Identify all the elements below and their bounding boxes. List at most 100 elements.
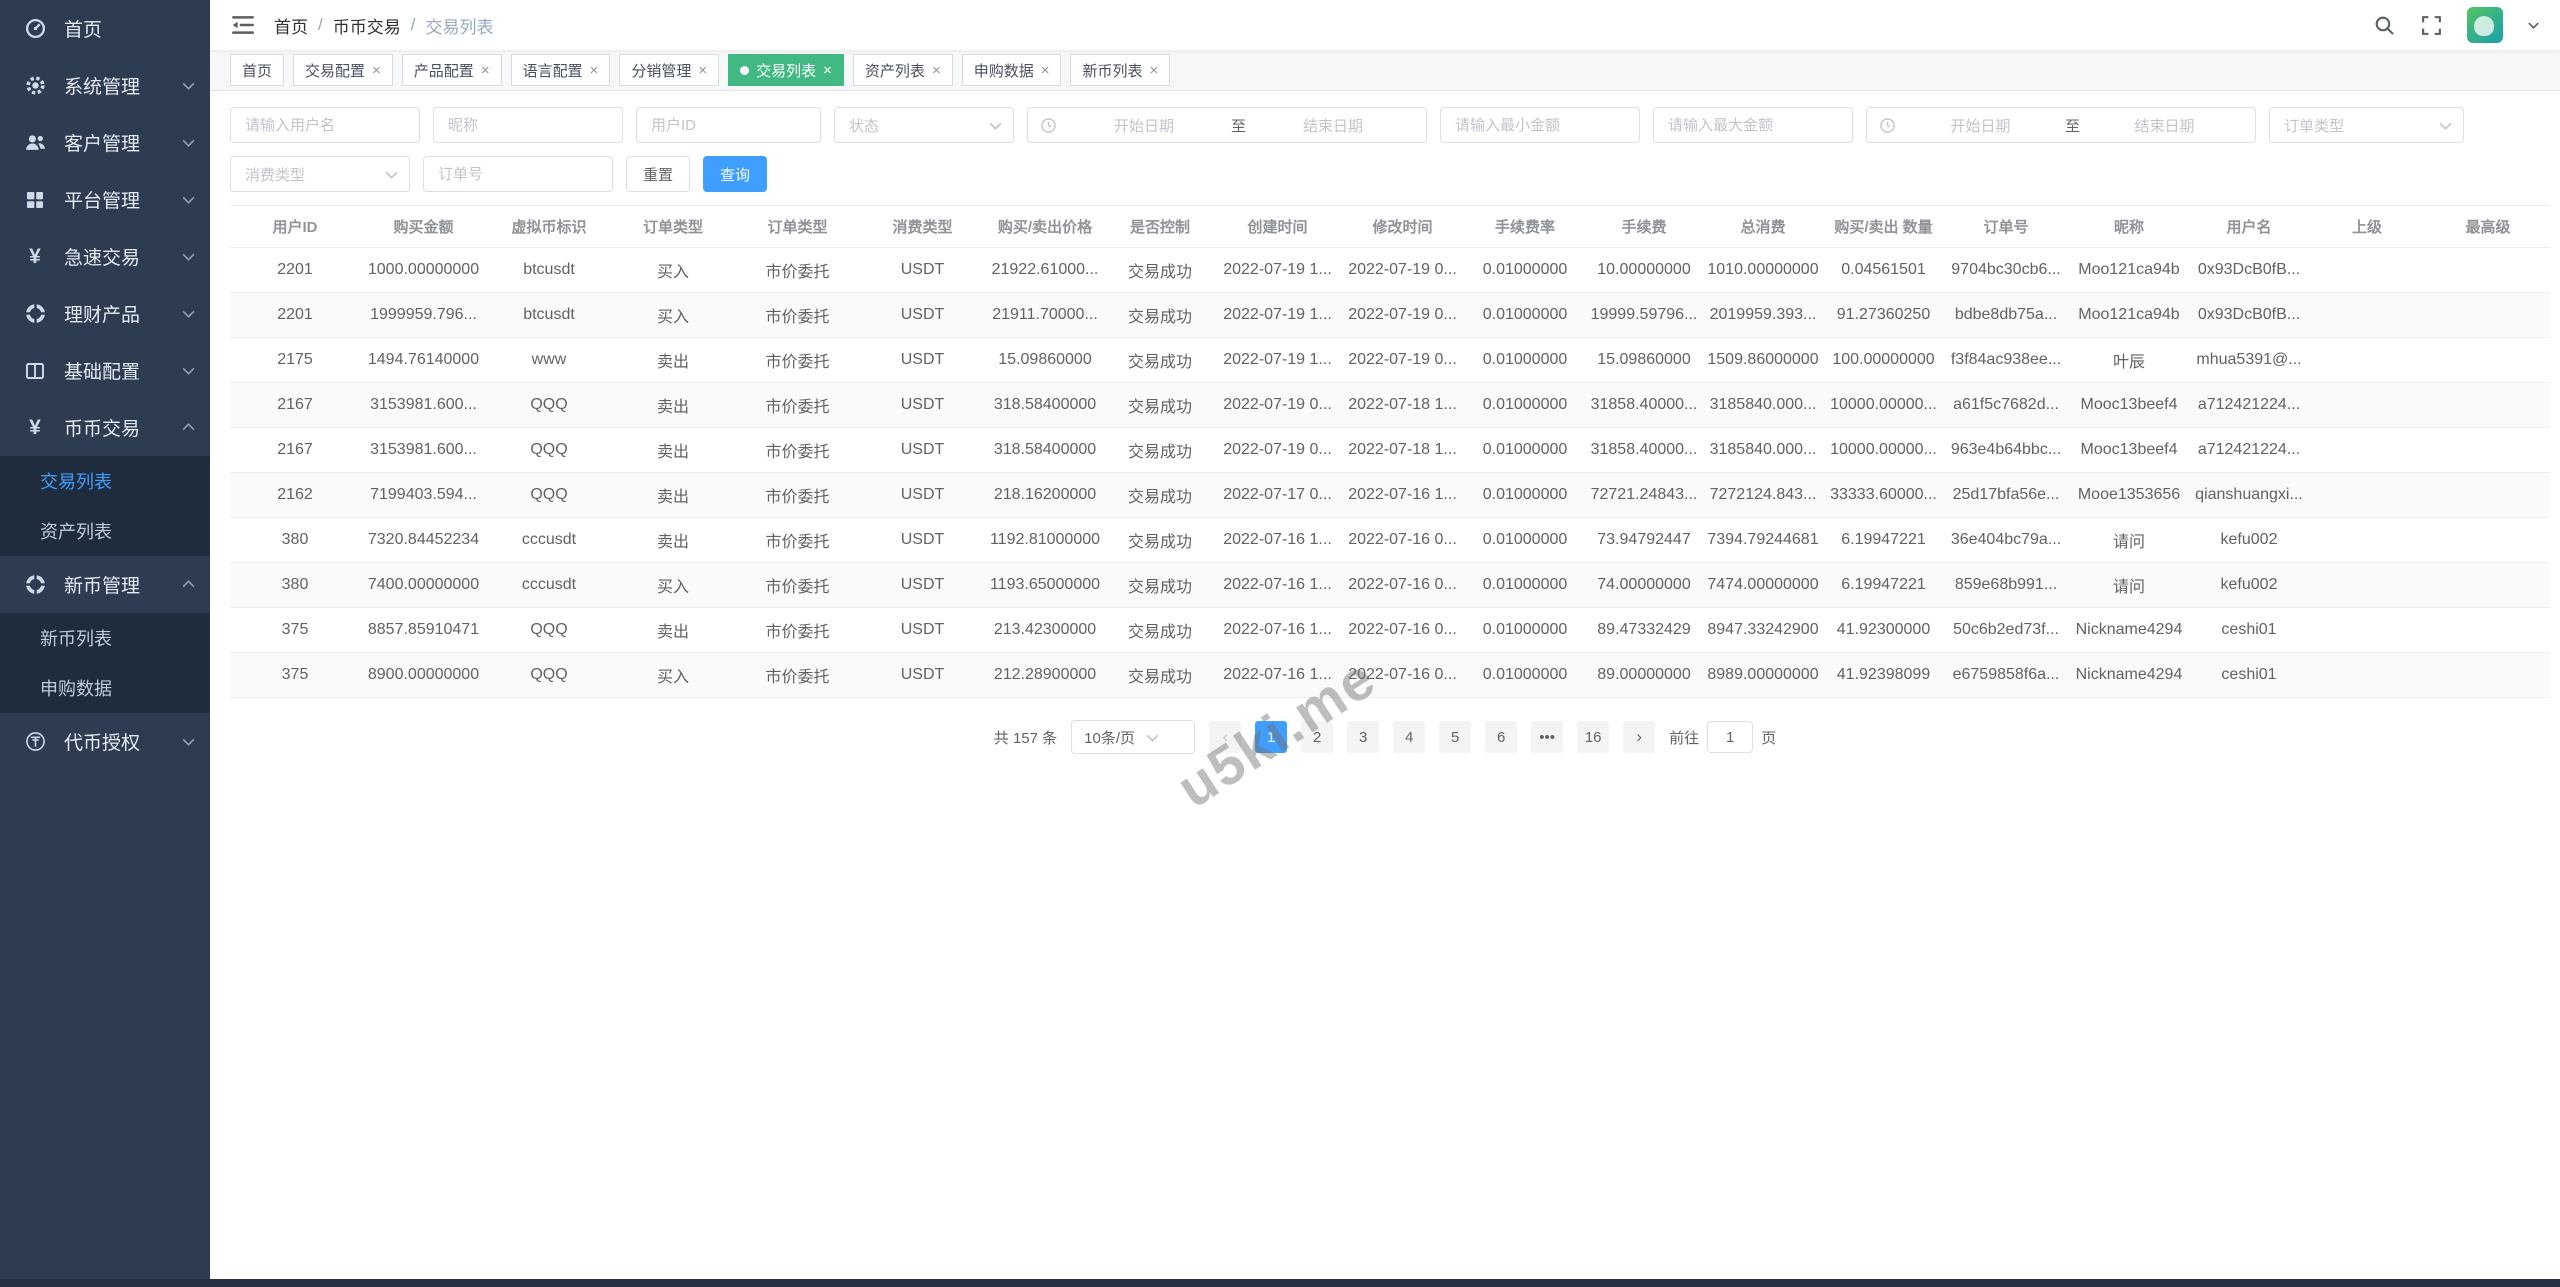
avatar[interactable] <box>2467 7 2503 43</box>
user-id-input[interactable] <box>636 107 821 143</box>
goto-page-input[interactable] <box>1707 721 1754 753</box>
close-icon[interactable]: × <box>698 63 707 78</box>
cell: 7320.84452234 <box>360 517 487 563</box>
reset-button[interactable]: 重置 <box>626 156 691 192</box>
cell: 2022-07-16 1... <box>1215 607 1340 653</box>
tab-交易列表[interactable]: 交易列表 × <box>728 54 844 86</box>
close-icon[interactable]: × <box>590 63 599 78</box>
sidebar-item-new-coin[interactable]: 新币管理 <box>0 556 210 613</box>
select-placeholder: 状态 <box>849 117 880 135</box>
close-icon[interactable]: × <box>481 63 490 78</box>
page-button-1[interactable]: 1 <box>1255 721 1288 753</box>
close-icon[interactable]: × <box>1150 63 1159 78</box>
page-button-2[interactable]: 2 <box>1301 721 1334 753</box>
chevron-down-icon <box>1145 730 1160 745</box>
sidebar-item-token-auth[interactable]: 代币授权 <box>0 713 210 770</box>
column-header: 订单类型 <box>735 205 860 248</box>
page-size-select[interactable]: 10条/页 <box>1071 720 1196 754</box>
table-row: 2167 3153981.600... QQQ 卖出 市价委托 USDT 318.58400… <box>230 427 2550 473</box>
sidebar-item-label: 基础配置 <box>64 362 141 383</box>
cell: 0.01000000 <box>1465 607 1585 653</box>
sidebar: 首页系统管理 客户管理 平台管理 ¥ 急速交易 理财产品基础配置 ¥ 币币交易 交易列表 资产列表… <box>0 0 210 1287</box>
goto-label: 前往 <box>1669 729 1700 747</box>
column-header: 订单类型 <box>611 205 735 248</box>
tab-申购数据[interactable]: 申购数据 × <box>961 54 1062 86</box>
page-button-6[interactable]: 6 <box>1485 721 1518 753</box>
search-button[interactable]: 查询 <box>703 156 768 192</box>
breadcrumb-item[interactable]: 币币交易 <box>333 13 401 38</box>
cell: mhua5391@... <box>2190 337 2308 383</box>
tab-资产列表[interactable]: 资产列表 × <box>852 54 953 86</box>
breadcrumb: 首页 / 币币交易 / 交易列表 <box>274 13 493 38</box>
cell: 叶辰 <box>2068 337 2190 383</box>
tab-label: 交易配置 <box>305 62 366 80</box>
top-navbar: 首页 / 币币交易 / 交易列表 <box>210 0 2560 50</box>
cell: Mooe1353656 <box>2068 472 2190 518</box>
order-type-select[interactable]: 订单类型 <box>2269 107 2464 143</box>
status-select[interactable]: 状态 <box>834 107 1014 143</box>
sidebar-item-platform[interactable]: 平台管理 <box>0 171 210 228</box>
sidebar-item-trade-list[interactable]: 交易列表 <box>0 456 210 506</box>
prev-page-button[interactable]: ‹ <box>1209 721 1242 753</box>
cell <box>2426 517 2550 563</box>
fullscreen-icon[interactable] <box>2420 14 2443 37</box>
more-pages-button[interactable]: ••• <box>1531 721 1564 753</box>
nickname-input[interactable] <box>433 107 623 143</box>
tab-label: 分销管理 <box>631 62 692 80</box>
sidebar-item-asset-list[interactable]: 资产列表 <box>0 506 210 556</box>
tab-分销管理[interactable]: 分销管理 × <box>619 54 720 86</box>
sidebar-item-system[interactable]: 系统管理 <box>0 57 210 114</box>
finish-date-range[interactable]: 开始日期 至 结束日期 <box>1866 107 2256 143</box>
sidebar-item-customer[interactable]: 客户管理 <box>0 114 210 171</box>
min-amount-input[interactable] <box>1440 107 1640 143</box>
tab-首页[interactable]: 首页 <box>230 54 285 86</box>
cell: bdbe8db75a... <box>1944 292 2068 338</box>
search-icon[interactable] <box>2373 14 2396 37</box>
close-icon[interactable]: × <box>372 63 381 78</box>
close-icon[interactable]: × <box>823 63 832 78</box>
username-input[interactable] <box>230 107 420 143</box>
sidebar-item-new-coin-list[interactable]: 新币列表 <box>0 613 210 663</box>
close-icon[interactable]: × <box>1041 63 1050 78</box>
order-no-input[interactable] <box>423 156 613 192</box>
breadcrumb-item[interactable]: 首页 <box>274 13 308 38</box>
sidebar-item-express-trade[interactable]: ¥ 急速交易 <box>0 228 210 285</box>
sidebar-item-coin-trade[interactable]: ¥ 币币交易 <box>0 399 210 456</box>
cell: Nickname4294 <box>2068 607 2190 653</box>
page-button-5[interactable]: 5 <box>1439 721 1472 753</box>
sidebar-item-base-config[interactable]: 基础配置 <box>0 342 210 399</box>
cell: 0.01000000 <box>1465 337 1585 383</box>
tab-交易配置[interactable]: 交易配置 × <box>293 54 393 86</box>
cell: 318.58400000 <box>985 427 1105 473</box>
sidebar-item-label: 首页 <box>64 20 103 41</box>
next-page-button[interactable]: › <box>1623 721 1656 753</box>
close-icon[interactable]: × <box>932 63 941 78</box>
app-root: 首页 系统管理 客户管理 平台管理 ¥ 急速交易 理财产品 基础配置 ¥ 币币交易 交易列表 资产列表… <box>0 0 2560 1287</box>
pagination-total: 共 157 条 <box>993 729 1058 747</box>
sidebar-item-home[interactable]: 首页 <box>0 0 210 57</box>
tab-语言配置[interactable]: 语言配置 × <box>510 54 611 86</box>
page-button-4[interactable]: 4 <box>1393 721 1426 753</box>
cell: e6759858f6a... <box>1944 652 2068 698</box>
chevron-down-icon <box>2438 118 2453 133</box>
chevron-down-icon <box>181 306 196 321</box>
cell: 380 <box>230 562 360 608</box>
cell: 10.00000000 <box>1585 247 1703 293</box>
max-amount-input[interactable] <box>1653 107 1853 143</box>
cell <box>2426 382 2550 428</box>
sidebar-item-subscribe-data[interactable]: 申购数据 <box>0 663 210 713</box>
tab-产品配置[interactable]: 产品配置 × <box>401 54 502 86</box>
create-date-range[interactable]: 开始日期 至 结束日期 <box>1027 107 1427 143</box>
chevron-down-icon[interactable] <box>2527 19 2540 32</box>
cell: 市价委托 <box>735 652 860 698</box>
cell <box>2308 247 2426 293</box>
cell: 2022-07-16 1... <box>1215 562 1340 608</box>
page-button-16[interactable]: 16 <box>1577 721 1610 753</box>
page-button-3[interactable]: 3 <box>1347 721 1380 753</box>
consume-type-select[interactable]: 消费类型 <box>230 156 410 192</box>
sidebar-subitem-label: 申购数据 <box>40 679 112 699</box>
sidebar-toggle-icon[interactable] <box>230 13 256 37</box>
sidebar-item-wealth-products[interactable]: 理财产品 <box>0 285 210 342</box>
tab-新币列表[interactable]: 新币列表 × <box>1070 54 1171 86</box>
cell: 市价委托 <box>735 562 860 608</box>
